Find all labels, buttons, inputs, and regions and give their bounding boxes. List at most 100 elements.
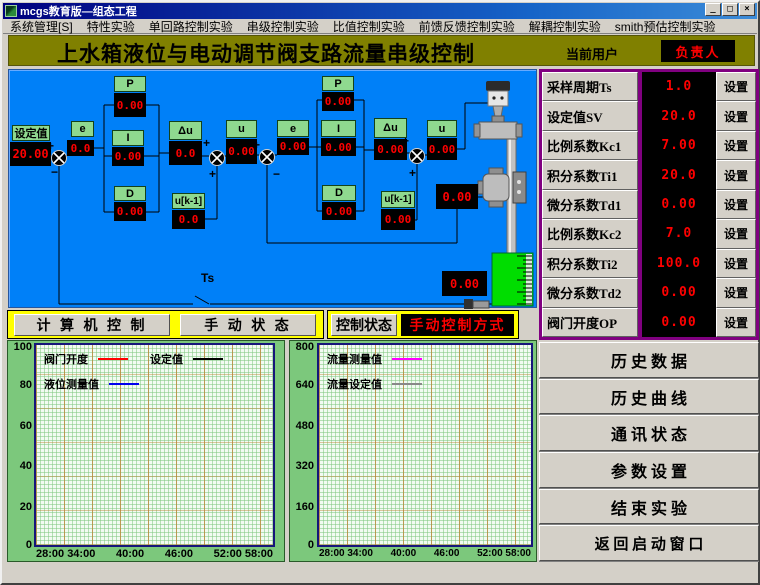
close-button[interactable]: × xyxy=(739,3,755,16)
nav-panel: 历 史 数 据 历 史 曲 线 通 讯 状 态 参 数 设 置 结 束 实 验 … xyxy=(539,342,759,562)
flow-trend-chart: 800 640 480 320 160 0 流量测量值 流量设定值 28:00 … xyxy=(289,340,537,562)
set-button-td2[interactable]: 设置 xyxy=(716,278,756,307)
app-window: mcgs教育版—组态工程 _ □ × 系统管理[S] 特性实验 单回路控制实验 … xyxy=(0,0,760,585)
level-measure-value: 0.00 xyxy=(442,271,487,296)
banner: 上水箱液位与电动调节阀支路流量串级控制 当前用户 负责人 xyxy=(8,35,755,66)
flow-measure-line-icon xyxy=(392,358,422,360)
control-status-label: 控制状态 xyxy=(331,314,397,336)
level-x-axis: 28:00 34:0040:0046:0052:00 58:00 xyxy=(36,548,273,560)
param-row-ti1: 积分系数Ti120.0设置 xyxy=(542,160,756,189)
uk2-value: 0.00 xyxy=(381,209,415,230)
return-start-window-button[interactable]: 返 回 启 动 窗 口 xyxy=(539,525,759,561)
param-row-ti2: 积分系数Ti2100.0设置 xyxy=(542,249,756,278)
control-status-bar: 控制状态 手动控制方式 xyxy=(327,310,519,339)
delta-u2-value: 0.00 xyxy=(374,139,407,160)
error2-value: 0.00 xyxy=(277,138,309,155)
parameter-panel: 采样周期Ts1.0设置 设定值SV20.0设置 比例系数Kc17.00设置 积分… xyxy=(539,69,759,340)
control-mode-bar: 计 算 机 控 制 手 动 状 态 xyxy=(7,310,324,339)
history-curve-button[interactable]: 历 史 曲 线 xyxy=(539,379,759,415)
delta-u1-value: 0.0 xyxy=(169,141,202,165)
set-button-sv[interactable]: 设置 xyxy=(716,101,756,130)
param-value-kc1: 7.00 xyxy=(642,131,716,160)
flow-setpoint-line-icon xyxy=(392,383,422,385)
u1-value: 0.00 xyxy=(226,139,257,164)
uk1-label: u[k-1] xyxy=(172,193,205,209)
minimize-button[interactable]: _ xyxy=(705,3,721,16)
param-value-td2: 0.00 xyxy=(642,278,716,307)
param-value-td1: 0.00 xyxy=(642,190,716,219)
i1-label: I xyxy=(112,130,144,146)
svg-text:+: + xyxy=(209,167,216,181)
param-value-ts: 1.0 xyxy=(642,72,716,101)
set-button-kc2[interactable]: 设置 xyxy=(716,219,756,248)
end-experiment-button[interactable]: 结 束 实 验 xyxy=(539,489,759,525)
flow-measure-value: 0.00 xyxy=(436,184,478,209)
menu-bar: 系统管理[S] 特性实验 单回路控制实验 串级控制实验 比值控制实验 前馈反馈控… xyxy=(3,19,757,34)
setpoint-label: 设定值 xyxy=(12,125,50,141)
set-button-op[interactable]: 设置 xyxy=(716,308,756,337)
d2-value: 0.00 xyxy=(322,202,356,220)
param-row-td1: 微分系数Td10.00设置 xyxy=(542,190,756,219)
param-row-ts: 采样周期Ts1.0设置 xyxy=(542,72,756,101)
set-button-kc1[interactable]: 设置 xyxy=(716,131,756,160)
error2-label: e xyxy=(277,120,309,137)
menu-system[interactable]: 系统管理[S] xyxy=(3,18,80,35)
computer-control-button[interactable]: 计 算 机 控 制 xyxy=(14,314,170,336)
menu-smith[interactable]: smith预估控制实验 xyxy=(608,18,723,35)
param-value-op: 0.00 xyxy=(642,308,716,337)
param-row-kc1: 比例系数Kc17.00设置 xyxy=(542,131,756,160)
setpoint-value: 20.00 xyxy=(10,142,51,166)
u2-label: u xyxy=(427,120,457,137)
i1-value: 0.00 xyxy=(112,147,144,166)
current-user-value: 负责人 xyxy=(661,40,735,62)
menu-feedforward[interactable]: 前馈反馈控制实验 xyxy=(412,18,522,35)
set-button-ts[interactable]: 设置 xyxy=(716,72,756,101)
param-value-ti2: 100.0 xyxy=(642,249,716,278)
level-plot-area: 阀门开度 设定值 液位测量值 xyxy=(34,343,275,547)
set-button-ti2[interactable]: 设置 xyxy=(716,249,756,278)
u2-value: 0.00 xyxy=(427,138,457,160)
p1-label: P xyxy=(114,76,146,92)
flow-sensor-icon xyxy=(478,168,526,207)
comm-status-button[interactable]: 通 讯 状 态 xyxy=(539,415,759,451)
water-tank-icon xyxy=(492,253,533,306)
level-sensor-icon xyxy=(464,299,489,309)
menu-decoupling[interactable]: 解耦控制实验 xyxy=(522,18,608,35)
p1-value: 0.00 xyxy=(114,93,146,117)
uk1-value: 0.0 xyxy=(172,210,205,229)
i2-value: 0.00 xyxy=(321,138,356,156)
param-value-ti1: 20.0 xyxy=(642,160,716,189)
manual-state-button[interactable]: 手 动 状 态 xyxy=(180,314,316,336)
menu-single-loop[interactable]: 单回路控制实验 xyxy=(142,18,240,35)
delta-u2-label: Δu xyxy=(374,118,407,138)
menu-cascade[interactable]: 串级控制实验 xyxy=(240,18,326,35)
electric-valve-icon xyxy=(474,81,522,139)
param-value-kc2: 7.0 xyxy=(642,219,716,248)
set-button-ti1[interactable]: 设置 xyxy=(716,160,756,189)
restore-button[interactable]: □ xyxy=(722,3,738,16)
p2-label: P xyxy=(322,76,354,91)
param-row-kc2: 比例系数Kc27.0设置 xyxy=(542,219,756,248)
menu-ratio[interactable]: 比值控制实验 xyxy=(326,18,412,35)
svg-text:+: + xyxy=(409,166,416,180)
set-button-td1[interactable]: 设置 xyxy=(716,190,756,219)
control-status-value: 手动控制方式 xyxy=(401,314,514,336)
history-data-button[interactable]: 历 史 数 据 xyxy=(539,342,759,378)
param-row-td2: 微分系数Td20.00设置 xyxy=(542,278,756,307)
param-settings-button[interactable]: 参 数 设 置 xyxy=(539,452,759,488)
ts-switch-label: Ts xyxy=(201,271,214,285)
level-trend-chart: 100 80 60 40 20 0 阀门开度 设定值 液位测量值 28:00 3… xyxy=(7,340,285,562)
svg-text:+: + xyxy=(203,136,210,150)
setpoint-line-icon xyxy=(193,358,223,360)
uk2-label: u[k-1] xyxy=(381,191,415,208)
menu-characteristic[interactable]: 特性实验 xyxy=(80,18,142,35)
param-row-sv: 设定值SV20.0设置 xyxy=(542,101,756,130)
d2-label: D xyxy=(322,185,356,201)
flow-x-axis: 28:00 34:0040:0046:0052:00 58:00 xyxy=(319,548,531,559)
p2-value: 0.00 xyxy=(322,92,354,111)
process-diagram: +− ++ +− ++ Ts xyxy=(8,69,537,308)
flow-plot-area: 流量测量值 流量设定值 xyxy=(317,343,533,547)
level-line-icon xyxy=(109,383,139,385)
flow-chart-legend: 流量测量值 流量设定值 xyxy=(327,351,444,401)
current-user-label: 当前用户 xyxy=(566,44,618,63)
